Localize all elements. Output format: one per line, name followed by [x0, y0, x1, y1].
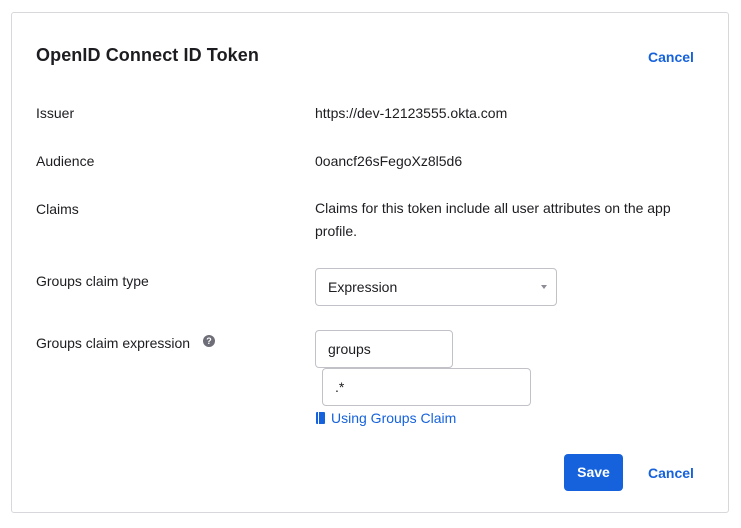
- cancel-link-top[interactable]: Cancel: [648, 49, 694, 65]
- using-groups-claim-label: Using Groups Claim: [331, 410, 457, 426]
- chevron-down-icon: [541, 285, 547, 289]
- audience-value: 0oancf26sFegoXz8l5d6: [315, 153, 463, 169]
- panel-title: OpenID Connect ID Token: [36, 45, 259, 65]
- groups-claim-expression-input[interactable]: .*: [322, 368, 531, 406]
- book-icon: [316, 412, 325, 424]
- id-token-panel: OpenID Connect ID Token Cancel Issuer ht…: [11, 12, 729, 513]
- using-groups-claim-link[interactable]: Using Groups Claim: [316, 410, 456, 426]
- question-icon[interactable]: ?: [203, 335, 215, 347]
- claims-value: Claims for this token include all user a…: [315, 200, 671, 239]
- save-button[interactable]: Save: [564, 454, 623, 491]
- groups-claim-name-input[interactable]: groups: [315, 330, 453, 368]
- groups-claim-expression-label: Groups claim expression: [36, 335, 191, 351]
- groups-claim-type-label: Groups claim type: [36, 273, 149, 289]
- issuer-label: Issuer: [36, 105, 75, 121]
- issuer-value: https://dev-12123555.okta.com: [315, 105, 508, 121]
- audience-label: Audience: [36, 153, 95, 169]
- groups-claim-type-select[interactable]: Expression: [315, 268, 557, 306]
- claims-label: Claims: [36, 201, 79, 217]
- groups-claim-type-selected: Expression: [328, 279, 398, 295]
- cancel-link-bottom[interactable]: Cancel: [648, 465, 694, 481]
